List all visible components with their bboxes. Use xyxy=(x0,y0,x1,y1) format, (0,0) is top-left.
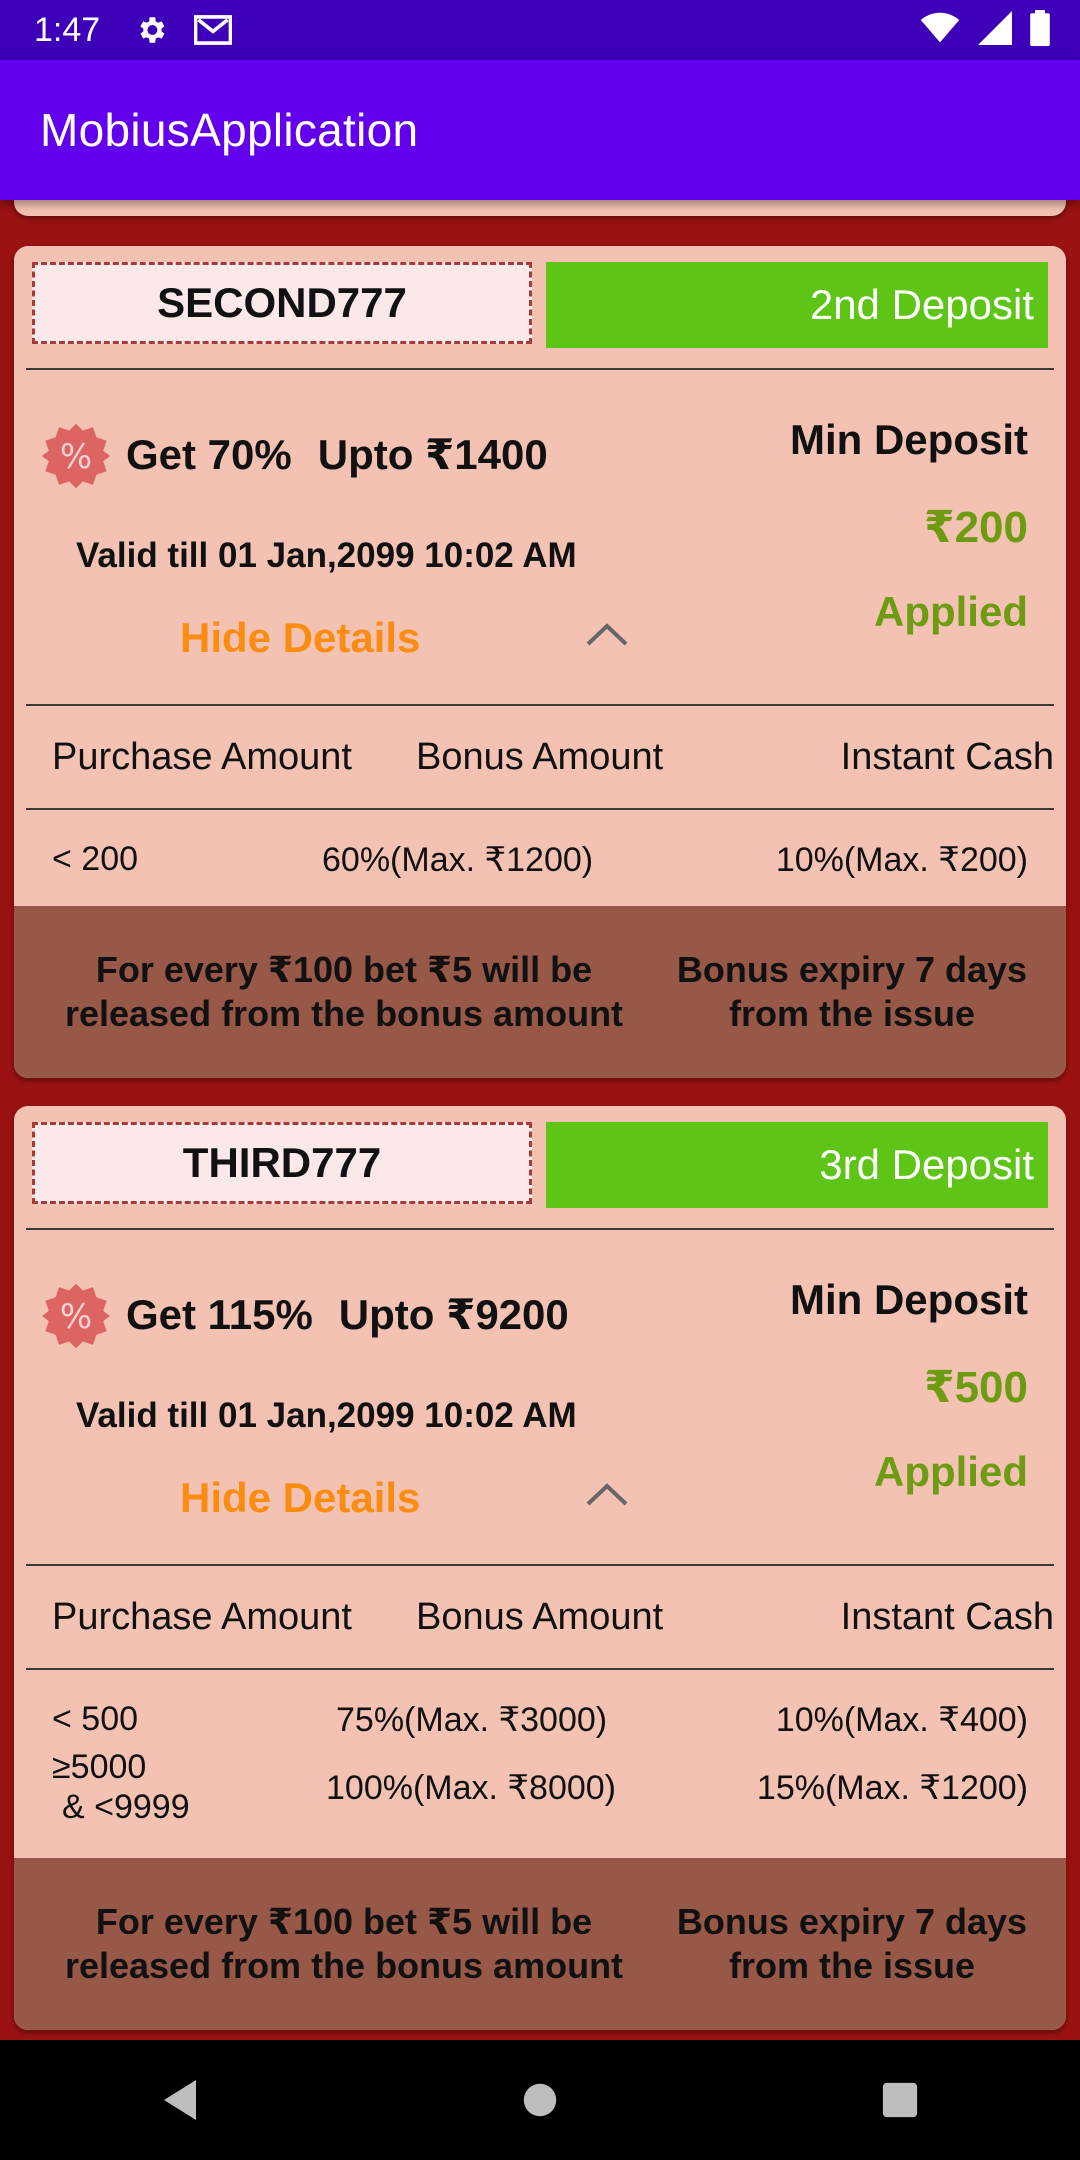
svg-text:%: % xyxy=(60,437,92,477)
valid-till: Valid till 01 Jan,2099 10:02 AM xyxy=(76,1396,577,1435)
svg-text:%: % xyxy=(60,1297,92,1337)
row-bonus: 60%(Max. ₹1200) xyxy=(322,841,594,879)
chevron-up-icon[interactable] xyxy=(584,618,630,648)
row-instant-cash: 10%(Max. ₹400) xyxy=(775,1701,1028,1739)
applied-status: Applied xyxy=(874,588,1028,635)
header-purchase-amount: Purchase Amount xyxy=(52,736,352,778)
signal-icon xyxy=(978,11,1012,45)
header-purchase-amount: Purchase Amount xyxy=(52,1596,352,1638)
row-purchase-line2: & <9999 xyxy=(62,1788,190,1826)
bonus-release-note: For every ₹100 bet ₹5 will be released f… xyxy=(64,1901,624,1986)
status-icons-left xyxy=(134,13,233,47)
percent-badge-icon: % xyxy=(42,1283,110,1349)
bonus-expiry-note: Bonus expiry 7 days from the issue xyxy=(676,949,1028,1034)
gear-icon xyxy=(140,17,165,43)
percent-badge-icon: % xyxy=(42,423,110,489)
divider xyxy=(26,808,1054,810)
home-button[interactable] xyxy=(500,2060,580,2140)
gmail-icon xyxy=(194,15,233,45)
offer-title: Get 70% Upto ₹1400 xyxy=(126,430,574,479)
bonus-expiry-note: Bonus expiry 7 days from the issue xyxy=(676,1901,1028,1986)
min-deposit-amount: ₹200 xyxy=(923,503,1028,552)
divider xyxy=(26,704,1054,706)
card-footer: For every ₹100 bet ₹5 will be released f… xyxy=(14,906,1066,1078)
header-instant-cash: Instant Cash xyxy=(840,1596,1054,1638)
coupon-list[interactable]: SECOND777 2nd Deposit % Get 70% Upto ₹140… xyxy=(0,200,1080,2040)
header-instant-cash: Instant Cash xyxy=(840,736,1054,778)
app-bar: MobiusApplication xyxy=(0,60,1080,200)
divider xyxy=(26,1228,1054,1230)
min-deposit-amount: ₹500 xyxy=(923,1363,1028,1412)
offer-percent: Get 70% xyxy=(126,431,292,478)
card-footer: For every ₹100 bet ₹5 will be released f… xyxy=(14,1858,1066,2030)
home-icon xyxy=(523,2083,557,2117)
hide-details-button[interactable]: Hide Details xyxy=(180,1474,420,1522)
coupon-card-third777[interactable]: THIRD777 3rd Deposit % Get 115% Upto ₹920… xyxy=(14,1106,1066,2030)
recents-button[interactable] xyxy=(860,2060,940,2140)
coupon-card-second777[interactable]: SECOND777 2nd Deposit % Get 70% Upto ₹140… xyxy=(14,246,1066,1078)
previous-card-edge xyxy=(14,200,1066,216)
row-purchase: < 200 xyxy=(52,840,139,878)
back-button[interactable] xyxy=(140,2060,220,2140)
battery-icon xyxy=(1030,10,1050,46)
chevron-up-icon[interactable] xyxy=(584,1478,630,1508)
wifi-icon xyxy=(920,12,960,43)
min-deposit-label: Min Deposit xyxy=(790,1276,1028,1323)
status-time: 1:47 xyxy=(34,10,101,49)
deposit-label: 3rd Deposit xyxy=(546,1122,1048,1208)
back-icon xyxy=(164,2080,196,2120)
offer-upto: Upto ₹9200 xyxy=(338,1291,569,1338)
coupon-code[interactable]: THIRD777 xyxy=(32,1122,532,1204)
row-instant-cash: 10%(Max. ₹200) xyxy=(775,841,1028,879)
bonus-release-note: For every ₹100 bet ₹5 will be released f… xyxy=(64,949,624,1034)
status-bar: 1:47 xyxy=(0,0,1080,60)
valid-till: Valid till 01 Jan,2099 10:02 AM xyxy=(76,536,577,575)
offer-percent: Get 115% xyxy=(126,1291,313,1338)
navigation-bar xyxy=(0,2040,1080,2160)
row-purchase: < 500 xyxy=(52,1700,139,1738)
offer-upto: Upto ₹1400 xyxy=(317,431,548,478)
app-title: MobiusApplication xyxy=(40,104,419,156)
min-deposit-label: Min Deposit xyxy=(790,416,1028,463)
row-purchase-line1: ≥5000 xyxy=(52,1748,147,1786)
status-icons-right xyxy=(920,10,1050,46)
offer-title: Get 115% Upto ₹9200 xyxy=(126,1290,595,1339)
deposit-label: 2nd Deposit xyxy=(546,262,1048,348)
recents-icon xyxy=(882,2082,918,2118)
row-bonus: 75%(Max. ₹3000) xyxy=(336,1701,608,1739)
divider xyxy=(26,1668,1054,1670)
divider xyxy=(26,1564,1054,1566)
row-instant-cash: 15%(Max. ₹1200) xyxy=(756,1769,1028,1807)
header-bonus-amount: Bonus Amount xyxy=(416,736,664,778)
coupon-code[interactable]: SECOND777 xyxy=(32,262,532,344)
header-bonus-amount: Bonus Amount xyxy=(416,1596,664,1638)
hide-details-button[interactable]: Hide Details xyxy=(180,614,420,662)
applied-status: Applied xyxy=(874,1448,1028,1495)
row-bonus: 100%(Max. ₹8000) xyxy=(326,1769,616,1807)
divider xyxy=(26,368,1054,370)
